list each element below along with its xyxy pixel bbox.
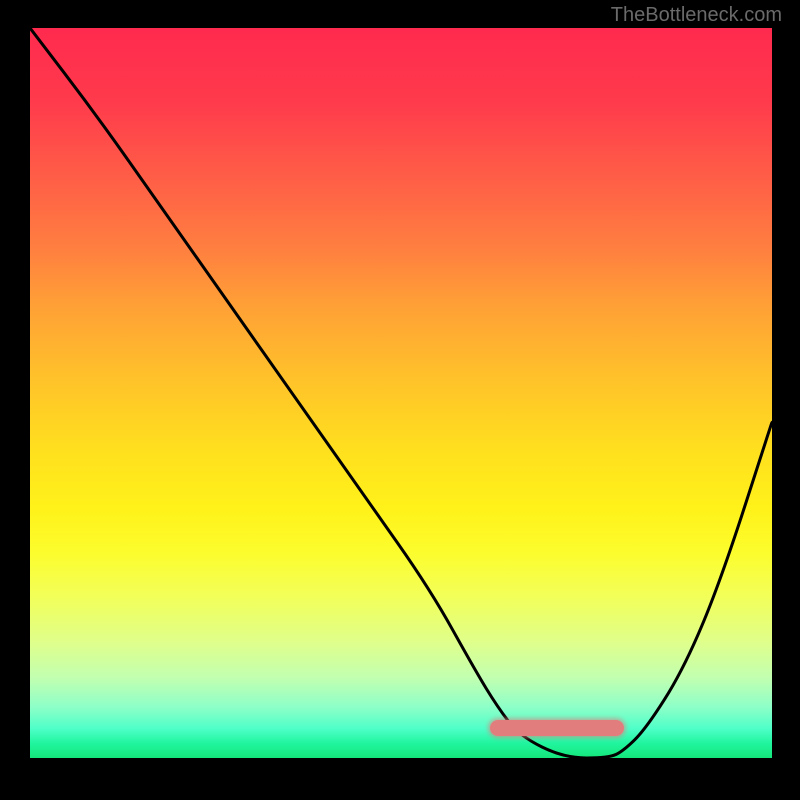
plot-area: [30, 28, 772, 758]
bottleneck-curve: [30, 28, 772, 758]
optimal-range-marker: [490, 720, 624, 736]
watermark-text: TheBottleneck.com: [611, 4, 782, 27]
